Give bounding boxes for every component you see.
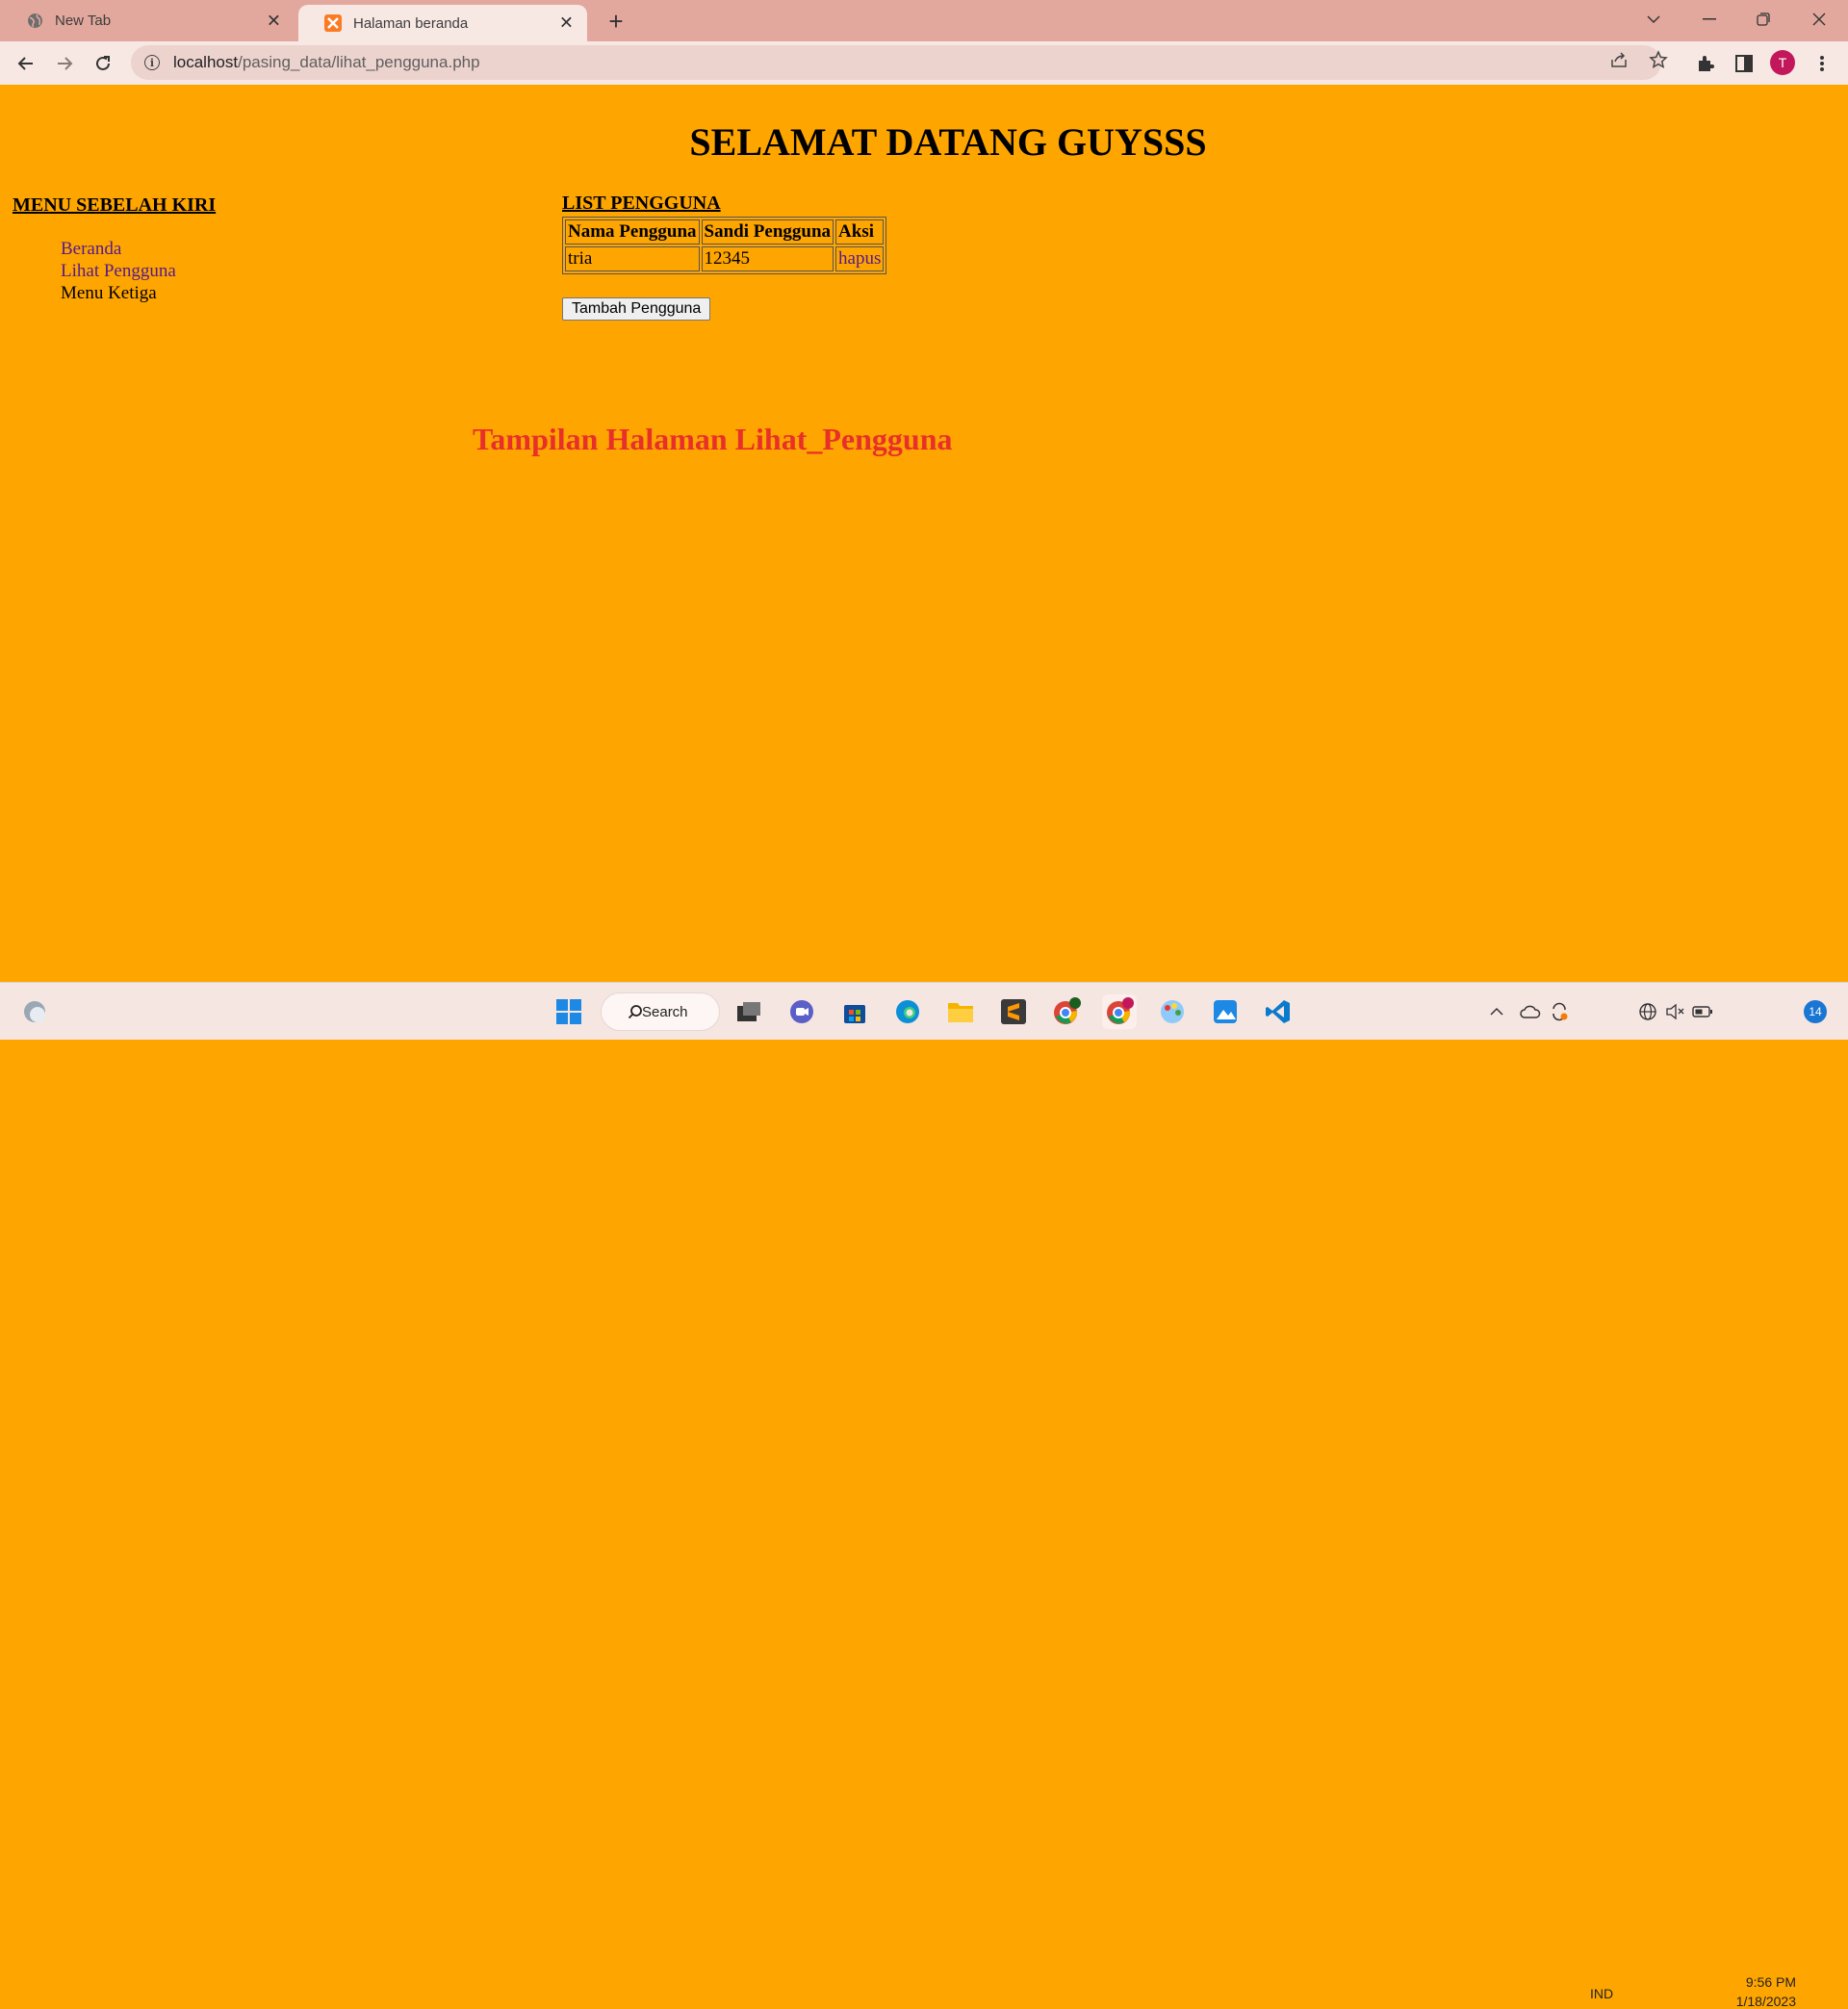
- column-header-sandi: Sandi Pengguna: [701, 219, 834, 245]
- left-menu: MENU SEBELAH KIRI Beranda Lihat Pengguna…: [13, 194, 398, 304]
- back-icon[interactable]: [12, 49, 40, 78]
- close-window-icon[interactable]: [1792, 0, 1846, 39]
- weather-icon[interactable]: [17, 994, 52, 1029]
- more-menu-icon[interactable]: [1808, 49, 1836, 78]
- network-globe-icon[interactable]: [1636, 994, 1659, 1029]
- url-text: localhost/pasing_data/lihat_pengguna.php: [173, 53, 480, 72]
- menu-item-menu-ketiga: Menu Ketiga: [61, 283, 157, 303]
- notification-badge[interactable]: 14: [1804, 1000, 1827, 1023]
- left-menu-heading: MENU SEBELAH KIRI: [13, 194, 217, 216]
- language-indicator[interactable]: IND: [1590, 1986, 1613, 2001]
- onedrive-icon[interactable]: [1519, 994, 1542, 1029]
- table-header-row: Nama Pengguna Sandi Pengguna Aksi: [565, 219, 885, 245]
- globe-icon: [26, 13, 43, 30]
- cell-nama: tria: [565, 246, 700, 271]
- taskbar-search-label: Search: [642, 1003, 688, 1020]
- battery-icon[interactable]: [1691, 994, 1714, 1029]
- menu-link-beranda[interactable]: Beranda: [61, 239, 121, 259]
- tab-label: Halaman beranda: [353, 14, 469, 32]
- restore-icon[interactable]: [1736, 0, 1790, 39]
- taskbar-search[interactable]: Search: [601, 992, 720, 1031]
- url-host: localhost: [173, 53, 239, 71]
- forward-icon[interactable]: [50, 49, 79, 78]
- sync-icon[interactable]: [1548, 994, 1571, 1029]
- minimize-icon[interactable]: [1682, 0, 1736, 39]
- list-heading: LIST PENGGUNA: [562, 193, 721, 214]
- page-title: SELAMAT DATANG GUYSSS: [689, 120, 1207, 164]
- edge-icon[interactable]: [890, 994, 925, 1029]
- delete-link[interactable]: hapus: [838, 248, 881, 269]
- volume-muted-icon[interactable]: [1663, 994, 1686, 1029]
- close-icon[interactable]: ✕: [267, 11, 281, 31]
- chevron-up-icon[interactable]: [1485, 994, 1508, 1029]
- vscode-icon[interactable]: [1261, 994, 1296, 1029]
- profile-avatar[interactable]: T: [1770, 50, 1795, 75]
- column-header-aksi: Aksi: [835, 219, 885, 245]
- search-icon: [628, 1005, 642, 1019]
- cell-aksi: hapus: [835, 246, 885, 271]
- chrome-profile-icon[interactable]: [1049, 994, 1084, 1029]
- menu-item-beranda: Beranda: [61, 238, 398, 260]
- store-icon[interactable]: [837, 994, 872, 1029]
- share-icon[interactable]: [1609, 50, 1629, 69]
- new-tab-button[interactable]: +: [601, 6, 631, 37]
- menu-item-lihat-pengguna: Lihat Pengguna: [61, 260, 398, 282]
- browser-toolbar: i localhost/pasing_data/lihat_pengguna.p…: [0, 41, 1848, 85]
- user-table: Nama Pengguna Sandi Pengguna Aksi tria 1…: [562, 217, 887, 274]
- paint-icon[interactable]: [1155, 994, 1190, 1029]
- taskbar: Search IND 9:56 PM 1/18/2023: [0, 982, 1848, 2009]
- web-page: SELAMAT DATANG GUYSSS MENU SEBELAH KIRI …: [0, 85, 1848, 982]
- clock-time[interactable]: 9:56 PM: [1740, 1974, 1796, 1990]
- left-menu-list: Beranda Lihat Pengguna Menu Ketiga: [13, 238, 398, 304]
- tab-new-tab[interactable]: New Tab ✕: [0, 0, 295, 41]
- tab-label: New Tab: [55, 13, 112, 29]
- reload-icon[interactable]: [89, 49, 117, 78]
- tab-halaman-beranda[interactable]: Halaman beranda ✕: [298, 5, 587, 41]
- cell-sandi: 12345: [701, 246, 834, 271]
- clock-date[interactable]: 1/18/2023: [1732, 1994, 1796, 2009]
- xampp-icon: [324, 14, 342, 32]
- site-info-icon[interactable]: i: [144, 55, 160, 70]
- chat-icon[interactable]: [784, 994, 819, 1029]
- tab-search-icon[interactable]: [1627, 0, 1681, 39]
- page-caption: Tampilan Halaman Lihat_Pengguna: [473, 422, 953, 456]
- start-icon[interactable]: [552, 994, 586, 1029]
- add-user-button[interactable]: Tambah Pengguna: [562, 297, 711, 321]
- user-list-section: LIST PENGGUNA Nama Pengguna Sandi Penggu…: [562, 193, 887, 321]
- menu-link-lihat-pengguna[interactable]: Lihat Pengguna: [61, 261, 176, 281]
- close-icon[interactable]: ✕: [559, 13, 574, 34]
- file-explorer-icon[interactable]: [943, 994, 978, 1029]
- address-bar[interactable]: i localhost/pasing_data/lihat_pengguna.p…: [131, 45, 1661, 80]
- side-panel-icon[interactable]: [1730, 49, 1758, 78]
- extensions-icon[interactable]: [1691, 49, 1720, 78]
- table-row: tria 12345 hapus: [565, 246, 885, 271]
- photos-icon[interactable]: [1208, 994, 1243, 1029]
- column-header-nama: Nama Pengguna: [565, 219, 700, 245]
- tab-strip: New Tab ✕ Halaman beranda ✕ +: [0, 0, 1848, 41]
- task-view-icon[interactable]: [732, 994, 766, 1029]
- sublime-text-icon[interactable]: [996, 994, 1031, 1029]
- bookmark-star-icon[interactable]: [1649, 50, 1668, 69]
- chrome-active-icon[interactable]: [1102, 994, 1137, 1029]
- url-path: /pasing_data/lihat_pengguna.php: [238, 53, 480, 71]
